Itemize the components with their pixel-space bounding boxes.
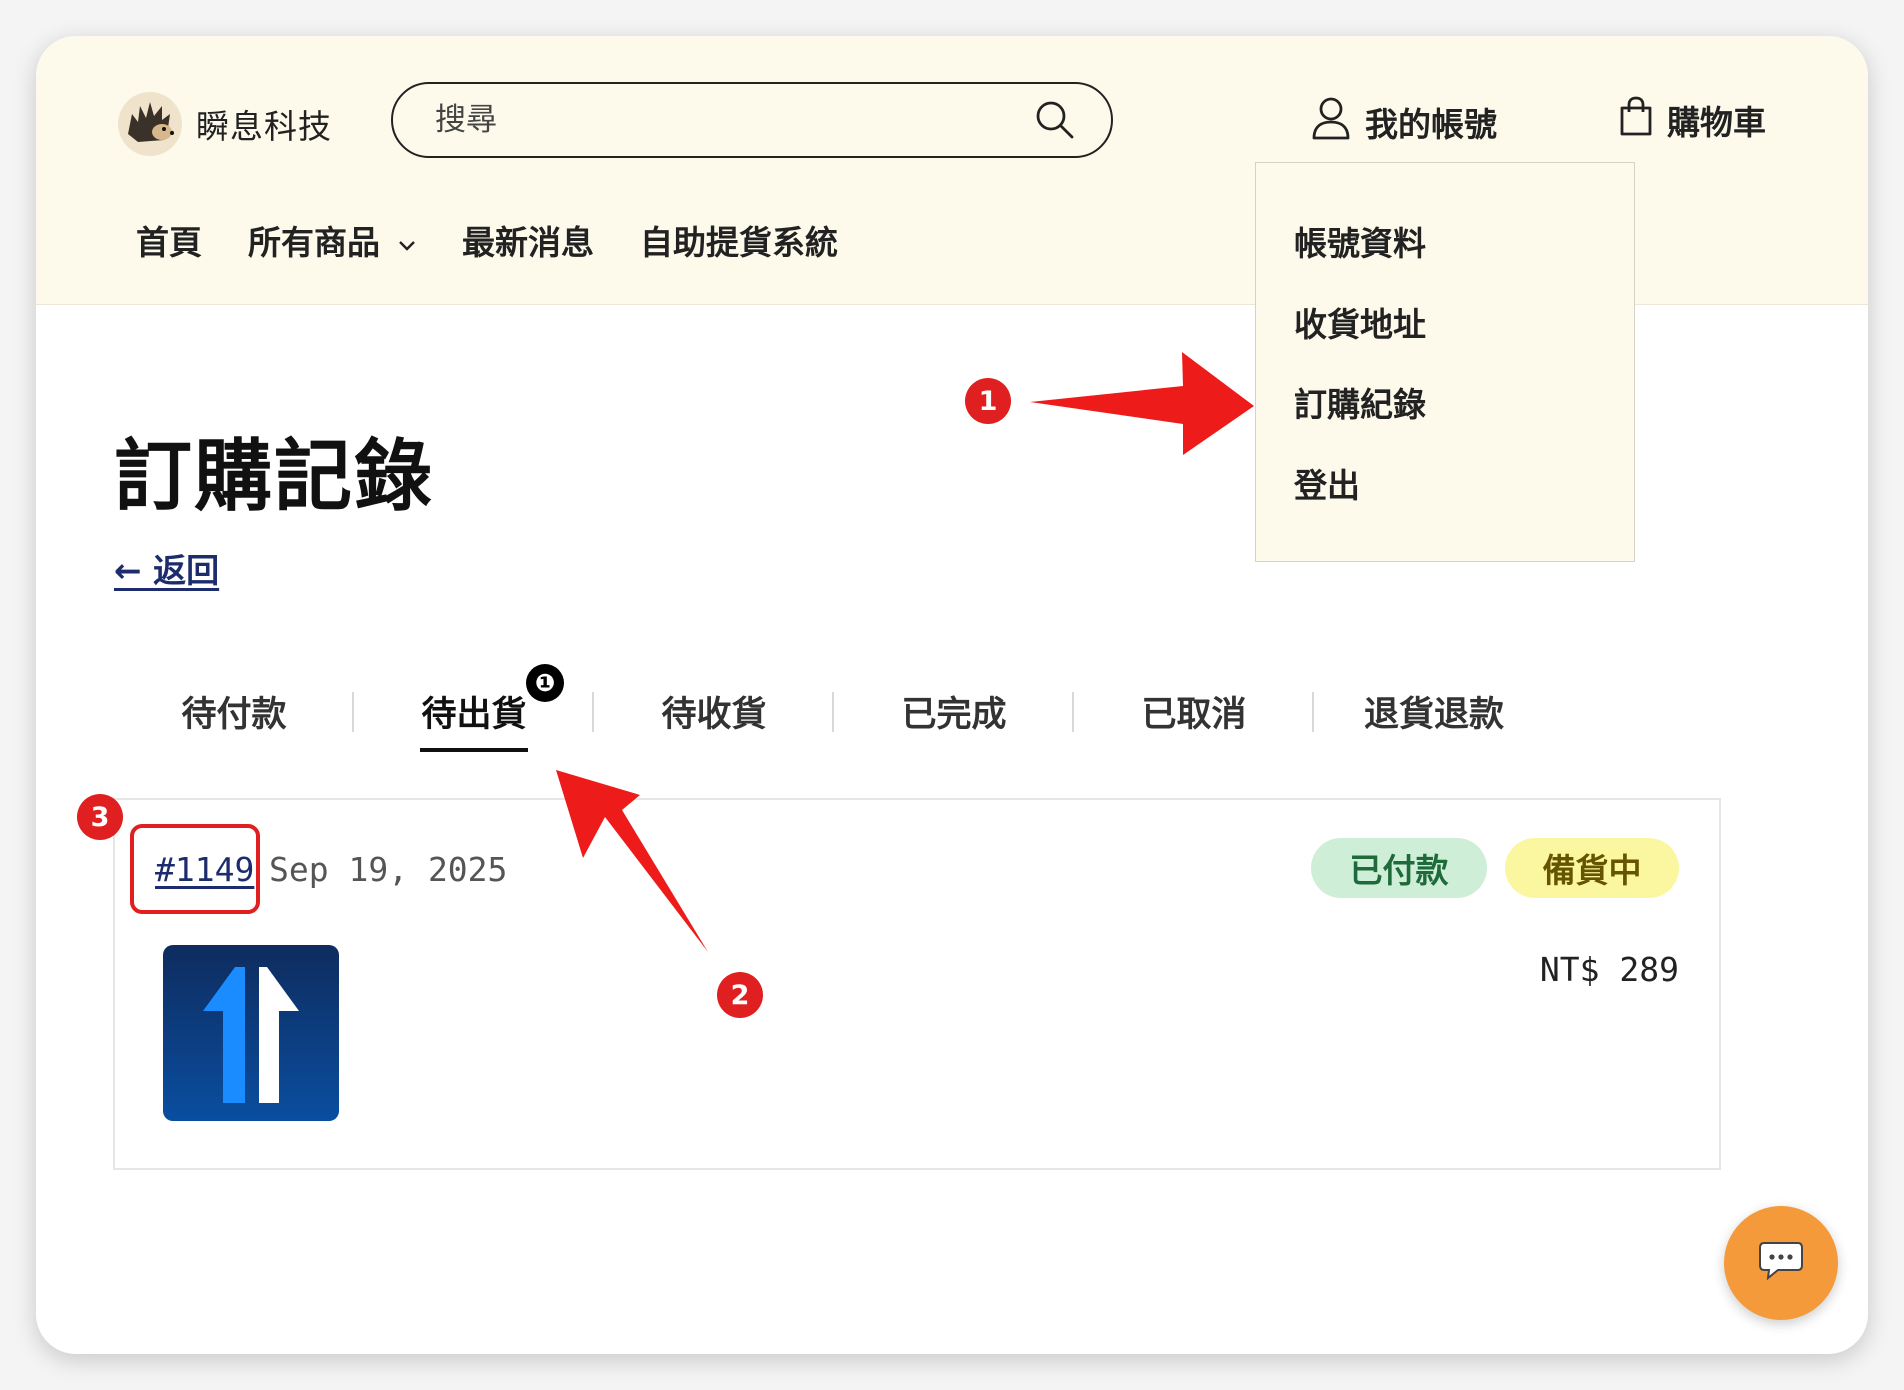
tab-label: 待收貨: [661, 695, 767, 735]
account-dropdown: 帳號資料 收貨地址 訂購紀錄 登出: [1255, 162, 1635, 562]
order-total: NT$ 289: [1539, 950, 1679, 989]
nav-all-products[interactable]: 所有商品: [248, 216, 416, 264]
shopping-bag-icon: [1619, 96, 1653, 144]
dropdown-order-history[interactable]: 訂購紀錄: [1294, 378, 1426, 426]
annotation-highlight-box: [130, 824, 260, 914]
user-icon: [1311, 96, 1351, 148]
main-nav: 首頁 所有商品 最新消息 自助提貨系統: [136, 216, 884, 264]
search-bar: [391, 82, 1113, 158]
brand-logo[interactable]: 瞬息科技: [118, 92, 332, 156]
browser-window: 瞬息科技 我的帳號 購物車 首頁 所有商品: [36, 36, 1868, 1354]
account-label: 我的帳號: [1365, 105, 1497, 144]
dropdown-account-info[interactable]: 帳號資料: [1294, 217, 1426, 265]
tab-label: 已完成: [901, 695, 1007, 735]
tab-pending-receipt[interactable]: 待收貨: [594, 686, 834, 737]
dropdown-logout[interactable]: 登出: [1294, 459, 1360, 507]
nav-news[interactable]: 最新消息: [462, 216, 594, 264]
tab-completed[interactable]: 已完成: [834, 686, 1074, 737]
tab-pending-shipment[interactable]: 待出貨 ❶: [354, 664, 594, 752]
chat-button[interactable]: [1724, 1206, 1838, 1320]
annotation-step-2: 2: [717, 972, 763, 1018]
tab-cancelled[interactable]: 已取消: [1074, 686, 1314, 737]
tab-step-badge: ❶: [526, 664, 564, 702]
chevron-down-icon: [398, 221, 416, 260]
account-menu-button[interactable]: 我的帳號: [1311, 96, 1497, 148]
tab-label: 已取消: [1141, 695, 1247, 735]
active-tab-underline: [420, 748, 528, 752]
order-card: #1149 Sep 19, 2025 已付款 備貨中 NT$ 289: [113, 798, 1721, 1170]
page-title: 訂購記錄: [114, 432, 435, 522]
tab-pending-payment[interactable]: 待付款: [114, 686, 354, 737]
search-input[interactable]: [433, 101, 997, 139]
cart-button[interactable]: 購物車: [1619, 96, 1766, 144]
annotation-step-1: 1: [965, 378, 1011, 424]
brand-name: 瞬息科技: [196, 107, 332, 146]
product-thumbnail[interactable]: [163, 945, 339, 1121]
cart-label: 購物車: [1667, 103, 1766, 142]
order-date: Sep 19, 2025: [269, 850, 508, 889]
annotation-step-3: 3: [77, 794, 123, 840]
back-link[interactable]: ← 返回: [114, 544, 219, 592]
chat-bubble-icon: [1758, 1241, 1804, 1285]
nav-home[interactable]: 首頁: [136, 216, 202, 264]
search-icon[interactable]: [1035, 100, 1075, 144]
tab-label: 待出貨: [421, 695, 527, 735]
nav-all-products-label: 所有商品: [248, 223, 380, 262]
hedgehog-logo-icon: [118, 92, 182, 156]
nav-self-pickup[interactable]: 自助提貨系統: [640, 216, 838, 264]
dropdown-shipping-address[interactable]: 收貨地址: [1294, 298, 1426, 346]
tab-label: 退貨退款: [1363, 695, 1504, 735]
tab-returns-refunds[interactable]: 退貨退款: [1314, 686, 1554, 737]
tab-label: 待付款: [181, 695, 287, 735]
order-status-tabs: 待付款 待出貨 ❶ 待收貨 已完成 已取消 退貨退款: [114, 664, 1554, 752]
payment-status-badge: 已付款: [1311, 838, 1487, 898]
fulfillment-status-badge: 備貨中: [1505, 838, 1679, 898]
